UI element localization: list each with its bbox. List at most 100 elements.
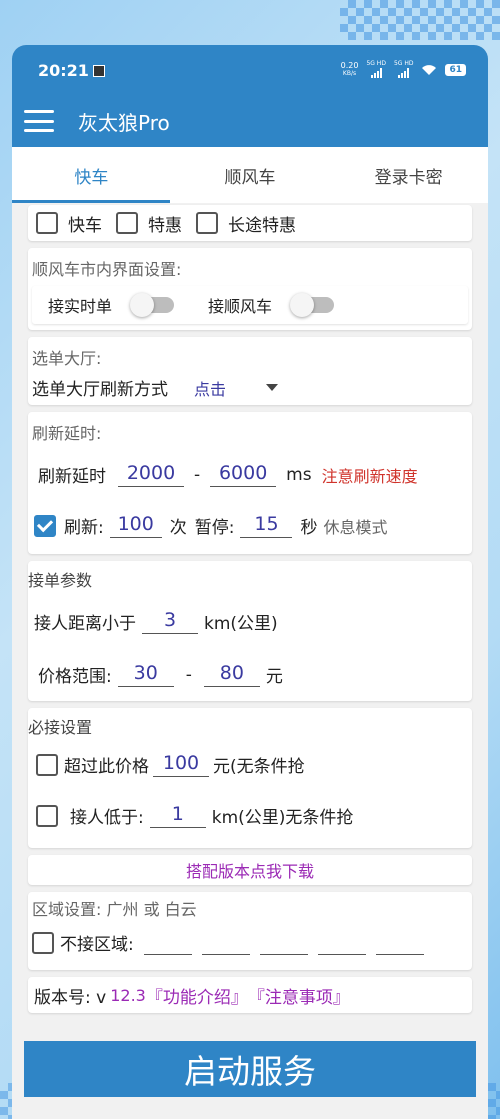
price-range-label: 价格范围: (38, 667, 112, 687)
app-bar: 灰太狼Pro (12, 95, 488, 147)
delay-max-input[interactable]: 6000 (210, 462, 277, 487)
sim2-signal: 5G HD (394, 60, 413, 80)
tab-login-key[interactable]: 登录卡密 (329, 147, 488, 203)
exclude-region-row: 不接区域: · · · · · (32, 930, 468, 955)
sim1-signal: 5G HD (366, 60, 386, 80)
hall-heading: 选单大厅: (32, 349, 102, 368)
seconds-label: 秒 (300, 518, 318, 538)
refresh-mode-row: 选单大厅刷新方式 点击 (32, 375, 468, 400)
rideshare-heading: 顺风车市内界面设置: (32, 260, 182, 279)
app-title: 灰太狼Pro (78, 110, 170, 135)
tab-indicator (12, 200, 170, 203)
battery-icon: 61 (445, 64, 466, 76)
tab-bar: 快车 顺风车 登录卡密 (12, 147, 488, 203)
realtime-toggle[interactable] (130, 293, 175, 317)
exclude-region-checkbox[interactable] (32, 931, 54, 954)
delay-dash: - (194, 464, 201, 485)
refresh-delay-row: 刷新延时 2000 - 6000 ms 注意刷新速度 (32, 462, 468, 487)
over-price-suffix: 元(无条件抢 (213, 757, 305, 777)
tab-express[interactable]: 快车 (12, 147, 171, 203)
car-type-discount-label: 特惠 (148, 215, 182, 236)
rideshare-toggles: 接实时单 接顺风车 (32, 286, 468, 324)
times-label: 次 (169, 518, 187, 538)
rideshare-toggle[interactable] (290, 293, 335, 317)
price-min-input[interactable]: 30 (117, 662, 174, 687)
refresh-mode-select[interactable]: 点击 (194, 376, 279, 400)
pickup-row: 接人低于: 1 km(公里)无条件抢 (28, 803, 468, 828)
checkbox-express[interactable] (36, 212, 58, 234)
must-accept-heading: 必接设置 (28, 718, 93, 737)
region-field-3[interactable]: · (259, 930, 308, 955)
over-price-checkbox[interactable] (36, 753, 58, 776)
rideshare-card: 顺风车市内界面设置: 接实时单 接顺风车 (28, 248, 472, 330)
over-price-input[interactable]: 100 (153, 752, 209, 777)
order-params-card: 接单参数 接人距离小于 3 km(公里) 价格范围: 30 - 80 元 (28, 561, 472, 701)
rest-mode-label: 休息模式 (323, 517, 388, 537)
region-field-4[interactable]: · (317, 930, 366, 955)
wifi-icon (422, 65, 437, 75)
pickup-input[interactable]: 1 (149, 803, 206, 828)
pickup-checkbox[interactable] (36, 804, 58, 827)
distance-unit: km(公里) (204, 614, 278, 634)
distance-label: 接人距离小于 (34, 614, 136, 634)
tab-rideshare[interactable]: 顺风车 (171, 147, 330, 203)
price-range-row: 价格范围: 30 - 80 元 (28, 662, 468, 687)
car-type-express-label: 快车 (68, 215, 102, 236)
refresh-checkbox[interactable] (34, 514, 56, 537)
background-pattern (340, 0, 500, 40)
refresh-mode-label: 选单大厅刷新方式 (32, 380, 168, 400)
checkbox-discount[interactable] (116, 212, 138, 234)
realtime-label: 接实时单 (48, 297, 113, 316)
status-time: 20:21 (38, 61, 105, 80)
signal-icon (370, 68, 382, 78)
rideshare-label: 接顺风车 (208, 297, 273, 316)
over-price-row: 超过此价格 100 元(无条件抢 (28, 752, 468, 777)
price-max-input[interactable]: 80 (203, 662, 260, 687)
version-number: 12.3 (110, 985, 146, 1005)
must-accept-card: 必接设置 超过此价格 100 元(无条件抢 接人低于: 1 km(公里)无条件抢 (28, 708, 472, 848)
pickup-suffix: km(公里)无条件抢 (211, 808, 354, 828)
distance-input[interactable]: 3 (142, 609, 198, 634)
region-field-1[interactable]: · (143, 930, 192, 955)
status-icons: 0.20 KB/s 5G HD 5G HD 61 (341, 60, 466, 80)
over-price-label: 超过此价格 (64, 757, 149, 777)
download-link[interactable]: 搭配版本点我下载 (28, 855, 472, 885)
pickup-label: 接人低于: (70, 808, 144, 828)
refresh-delay-heading: 刷新延时: (32, 424, 102, 443)
hall-card: 选单大厅: 选单大厅刷新方式 点击 (28, 337, 472, 405)
menu-icon[interactable] (24, 110, 54, 132)
car-type-long-label: 长途特惠 (228, 215, 296, 236)
region-heading: 区域设置: 广州 或 白云 (32, 900, 197, 919)
order-params-heading: 接单参数 (28, 571, 93, 590)
refresh-delay-card: 刷新延时: 刷新延时 2000 - 6000 ms 注意刷新速度 刷新: 100… (28, 412, 472, 554)
exclude-region-label: 不接区域: (60, 935, 134, 955)
region-card: 区域设置: 广州 或 白云 不接区域: · · · · · (28, 892, 472, 970)
status-bar: 20:21 0.20 KB/s 5G HD 5G HD 61 (12, 45, 488, 95)
delay-min-input[interactable]: 2000 (118, 462, 184, 487)
notification-icon (92, 64, 105, 77)
version-card: 版本号: v 12.3 『功能介绍』 『注意事项』 (28, 977, 472, 1013)
checkbox-long-distance[interactable] (196, 212, 218, 234)
price-unit: 元 (265, 667, 283, 687)
refresh-delay-label: 刷新延时 (38, 467, 106, 487)
signal-icon (398, 68, 410, 78)
network-speed: 0.20 KB/s (340, 61, 359, 78)
refresh-pause-row: 刷新: 100 次 暂停: 15 秒 休息模式 (32, 513, 468, 538)
pause-label: 暂停: (194, 518, 235, 538)
features-link[interactable]: 『功能介绍』 (146, 983, 248, 1008)
refresh-warning: 注意刷新速度 (321, 466, 418, 486)
notes-link[interactable]: 『注意事项』 (248, 983, 350, 1008)
price-dash: - (185, 664, 192, 685)
refresh-count-input[interactable]: 100 (109, 513, 162, 538)
start-service-button[interactable]: 启动服务 (24, 1041, 476, 1097)
refresh-mode-value: 点击 (194, 379, 227, 399)
region-field-5[interactable]: · (375, 930, 424, 955)
region-field-2[interactable]: · (201, 930, 250, 955)
car-type-card: 快车 特惠 长途特惠 (28, 205, 472, 241)
distance-row: 接人距离小于 3 km(公里) (28, 609, 468, 634)
pause-seconds-input[interactable]: 15 (240, 513, 293, 538)
delay-unit: ms (286, 464, 312, 485)
refresh-label: 刷新: (64, 518, 104, 538)
version-label: 版本号: v (34, 987, 107, 1008)
app-window: 20:21 0.20 KB/s 5G HD 5G HD 61 灰太狼Pro 快车 … (12, 45, 488, 1119)
